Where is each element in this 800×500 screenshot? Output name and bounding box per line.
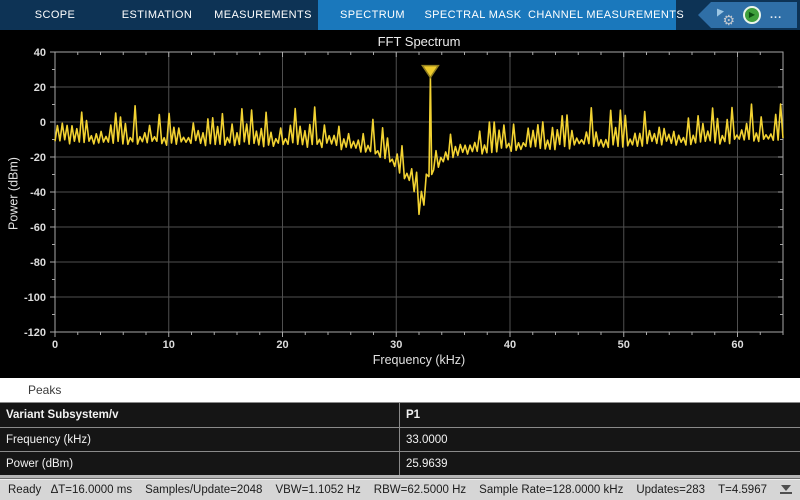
gear-icon: ⚙	[722, 13, 735, 27]
table-row[interactable]: Frequency (kHz) 33.0000	[0, 428, 800, 452]
tab-scope[interactable]: SCOPE	[20, 0, 90, 30]
triangle-down-icon	[781, 485, 791, 491]
y-tick-label: -60	[30, 222, 46, 234]
y-tick-label: -80	[30, 257, 46, 269]
spectrum-analyzer-window: SCOPE ESTIMATION MEASUREMENTS SPECTRUM S…	[0, 0, 800, 500]
status-vbw: VBW=1.1052 Hz	[275, 484, 360, 496]
peaks-row-frequency-label: Frequency (kHz)	[0, 428, 400, 451]
y-tick-label: -20	[30, 152, 46, 164]
y-tick-label: -120	[24, 327, 46, 339]
y-axis-label: Power (dBm)	[7, 134, 22, 254]
tab-estimation[interactable]: ESTIMATION	[112, 0, 202, 30]
toolbar-actions-badge: ⚙ ▶ ...	[698, 2, 797, 28]
toolstrip-tabbar: SCOPE ESTIMATION MEASUREMENTS SPECTRUM S…	[0, 0, 800, 30]
status-updates: Updates=283	[636, 484, 705, 496]
run-button[interactable]: ▶	[743, 6, 761, 24]
x-tick-label: 20	[276, 339, 288, 351]
chart-area: FFT Spectrum 010203040506040200-20-40-60…	[0, 30, 800, 378]
peaks-header-source: Variant Subsystem/v	[0, 403, 400, 427]
status-ready: Ready	[8, 484, 51, 496]
peaks-panel-title: Peaks	[0, 378, 800, 402]
y-tick-label: -100	[24, 292, 46, 304]
status-time: T=4.5967	[718, 484, 767, 496]
peak-marker-icon[interactable]	[422, 66, 438, 78]
peaks-panel: Peaks Variant Subsystem/v P1 Frequency (…	[0, 378, 800, 478]
triangle-underline	[780, 492, 792, 494]
status-samples-update: Samples/Update=2048	[145, 484, 262, 496]
tab-measurements[interactable]: MEASUREMENTS	[208, 0, 318, 30]
tab-spectrum[interactable]: SPECTRUM	[330, 0, 415, 30]
tab-channel-measurements[interactable]: CHANNEL MEASUREMENTS	[528, 0, 678, 30]
status-sample-rate: Sample Rate=128.0000 kHz	[479, 484, 623, 496]
table-row[interactable]: Power (dBm) 25.9639	[0, 452, 800, 476]
y-tick-label: 0	[40, 117, 46, 129]
status-delta-t: ΔT=16.0000 ms	[51, 484, 133, 496]
y-tick-label: 20	[34, 82, 46, 94]
fft-plot[interactable]: 0 10 20 30 40 50 60 40 20 0 -20 -40 -60 -80 -100 -120	[0, 30, 800, 378]
peaks-row-power-label: Power (dBm)	[0, 452, 400, 475]
x-tick-label: 0	[52, 339, 58, 351]
peaks-row-power-value: 25.9639	[400, 452, 800, 475]
status-bar: Ready ΔT=16.0000 ms Samples/Update=2048 …	[0, 478, 800, 500]
x-tick-label: 30	[390, 339, 402, 351]
y-tick-label: -40	[30, 187, 46, 199]
collapse-statusbar-icon[interactable]	[780, 485, 792, 494]
y-tick-label: 40	[34, 47, 46, 59]
peaks-header-p1: P1	[400, 403, 800, 427]
tab-spectral-mask[interactable]: SPECTRAL MASK	[423, 0, 523, 30]
x-tick-label: 60	[731, 339, 743, 351]
x-axis-label: Frequency (kHz)	[55, 353, 783, 367]
peaks-table-header-row: Variant Subsystem/v P1	[0, 403, 800, 428]
spectrum-trace	[55, 77, 783, 215]
simulate-settings-icon[interactable]: ⚙	[716, 6, 734, 24]
x-tick-label: 40	[504, 339, 516, 351]
peaks-table: Variant Subsystem/v P1 Frequency (kHz) 3…	[0, 402, 800, 476]
status-rbw: RBW=62.5000 Hz	[374, 484, 466, 496]
x-tick-label: 10	[163, 339, 175, 351]
more-options-button[interactable]: ...	[770, 2, 782, 28]
x-tick-label: 50	[618, 339, 630, 351]
peaks-row-frequency-value: 33.0000	[400, 428, 800, 451]
